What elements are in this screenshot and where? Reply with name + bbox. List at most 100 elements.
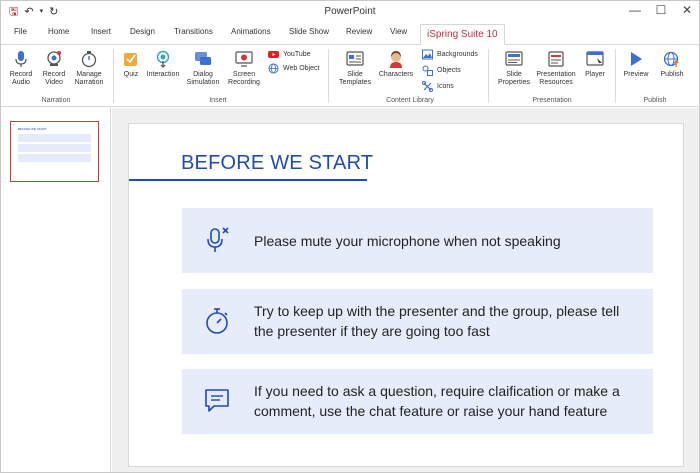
publish-globe-icon [663,51,679,67]
web-object-button[interactable]: Web Object [268,63,319,74]
slide-item-card[interactable]: Try to keep up with the presenter and th… [182,289,653,354]
slide-canvas[interactable]: BEFORE WE START Please mute your microph… [128,123,684,467]
web-object-label: Web Object [283,65,320,72]
backgrounds-icon [422,49,433,60]
manage-narration-label: Manage Narration [74,71,104,86]
thumbnail-title: BEFORE WE START [18,127,47,131]
objects-label: Objects [437,67,461,74]
tab-design[interactable]: Design [130,27,155,36]
dialog-simulation-icon [195,52,211,65]
youtube-icon [268,51,279,58]
slide-item-text[interactable]: If you need to ask a question, require c… [254,381,641,421]
slide-thumbnail[interactable]: BEFORE WE START [10,121,99,182]
slide-title[interactable]: BEFORE WE START [181,152,373,175]
quiz-label: Quiz [123,71,139,78]
microphone-icon [15,51,27,67]
slide-item-card[interactable]: If you need to ask a question, require c… [182,369,653,434]
objects-icon [422,65,433,76]
quiz-icon [124,53,137,66]
backgrounds-label: Backgrounds [437,51,478,58]
webcam-icon [47,51,61,66]
player-label: Player [585,71,605,78]
publish-label: Publish [660,71,684,78]
close-button[interactable]: ✕ [681,3,693,17]
tab-animations[interactable]: Animations [231,27,271,36]
slide-properties-button[interactable]: Slide Properties [494,50,534,87]
slide-properties-label: Slide Properties [498,71,530,86]
group-separator [328,49,329,103]
slide-properties-icon [505,51,523,66]
icons-label: Icons [437,83,454,90]
chat-bubble-icon [205,389,229,412]
tab-slide-show[interactable]: Slide Show [289,27,329,36]
group-separator [113,49,114,103]
stopwatch-icon [206,308,228,334]
ribbon-tabs: File Home Insert Design Transitions Anim… [1,23,699,45]
slide-editor: BEFORE WE START Please mute your microph… [112,108,699,472]
record-audio-label: Record Audio [9,71,33,86]
thumbnail-card [18,154,91,162]
maximize-button[interactable]: ☐ [655,3,667,17]
tab-home[interactable]: Home [48,27,69,36]
presentation-resources-button[interactable]: Presentation Resources [534,50,578,87]
slide-thumbnail-pane: BEFORE WE START [1,108,111,472]
title-underline [129,179,367,181]
youtube-label: YouTube [283,51,311,58]
tab-file[interactable]: File [14,27,27,36]
title-bar: 🖫 ↶ ▾ ↻ PowerPoint — ☐ ✕ [1,1,699,23]
tab-insert[interactable]: Insert [91,27,111,36]
slide-item-card[interactable]: Please mute your microphone when not spe… [182,208,653,273]
slide-item-text[interactable]: Try to keep up with the presenter and th… [254,301,641,341]
screen-recording-icon [235,51,253,67]
ribbon: Record Audio Record Video Manage Narrati… [1,45,699,107]
player-icon [586,51,604,66]
slide-item-text[interactable]: Please mute your microphone when not spe… [254,231,641,251]
slide-templates-icon [346,51,364,66]
slide-templates-button[interactable]: Slide Templates [335,50,375,87]
characters-button[interactable]: Characters [377,50,415,79]
interaction-label: Interaction [146,71,180,78]
powerpoint-window: 🖫 ↶ ▾ ↻ PowerPoint — ☐ ✕ File Home Inser… [0,0,700,473]
tab-view[interactable]: View [390,27,407,36]
minimize-button[interactable]: — [629,3,641,17]
window-controls: — ☐ ✕ [629,3,693,17]
play-icon [631,52,642,66]
youtube-button[interactable]: YouTube [268,49,311,60]
characters-label: Characters [378,71,414,78]
thumbnail-card [18,144,91,152]
preview-label: Preview [623,71,649,78]
interaction-icon [156,50,170,68]
tab-review[interactable]: Review [346,27,372,36]
player-button[interactable]: Player [580,50,610,79]
thumbnail-card [18,134,91,142]
content-library-group-label: Content Library [386,97,434,104]
backgrounds-button[interactable]: Backgrounds [422,49,478,60]
icons-icon [422,81,433,92]
manage-narration-button[interactable]: Manage Narration [71,50,107,87]
presentation-resources-label: Presentation Resources [536,71,576,86]
interaction-button[interactable]: Interaction [144,50,182,79]
tab-ispring-suite[interactable]: iSpring Suite 10 [420,24,505,45]
microphone-muted-icon [207,227,229,252]
insert-group-label: Insert [209,97,227,104]
preview-button[interactable]: Preview [620,50,652,79]
record-video-label: Record Video [42,71,66,86]
screen-recording-label: Screen Recording [228,71,260,86]
objects-button[interactable]: Objects [422,65,461,76]
record-video-button[interactable]: Record Video [38,50,70,87]
screen-recording-button[interactable]: Screen Recording [225,50,263,87]
tab-transitions[interactable]: Transitions [174,27,213,36]
publish-button[interactable]: Publish [656,50,688,79]
icons-button[interactable]: Icons [422,81,454,92]
quiz-button[interactable]: Quiz [118,50,144,79]
globe-icon [268,63,279,74]
dialog-simulation-button[interactable]: Dialog Simulation [185,50,221,87]
slide-templates-label: Slide Templates [339,71,371,86]
record-audio-button[interactable]: Record Audio [5,50,37,87]
presentation-resources-icon [548,51,564,67]
narration-group-label: Narration [41,97,71,104]
group-separator [488,49,489,103]
timer-icon [81,51,97,68]
dialog-simulation-label: Dialog Simulation [186,71,220,86]
character-icon [390,51,402,68]
